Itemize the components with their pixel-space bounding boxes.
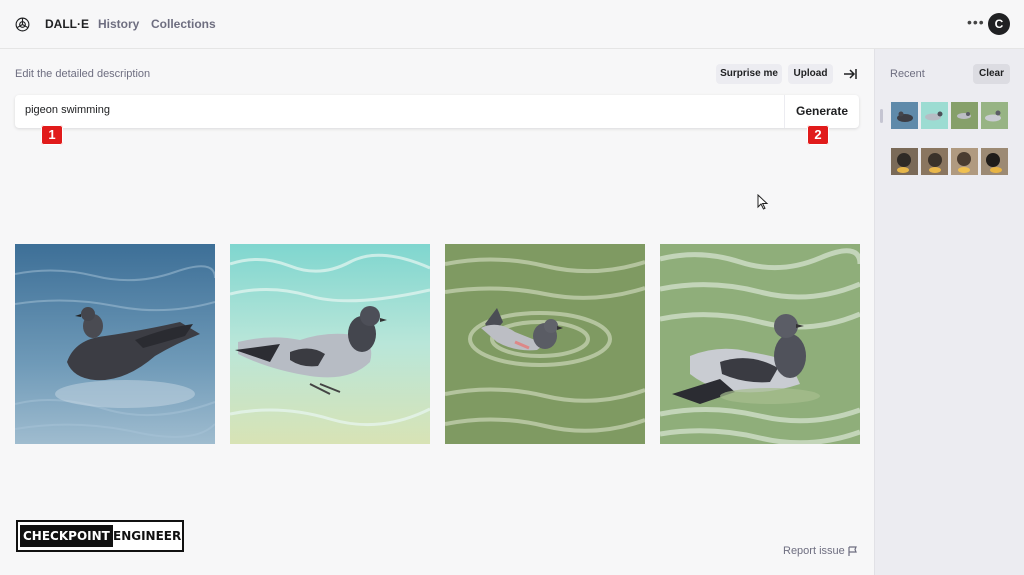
result-image-1[interactable] bbox=[15, 244, 215, 444]
recent-thumbnail[interactable] bbox=[921, 148, 948, 175]
recent-thumbnail[interactable] bbox=[921, 102, 948, 129]
recent-thumbnail[interactable] bbox=[891, 102, 918, 129]
top-bar: DALL·E History Collections ••• C bbox=[0, 0, 1024, 49]
recent-label: Recent bbox=[890, 68, 925, 80]
recent-thumbnail[interactable] bbox=[951, 102, 978, 129]
nav-history[interactable]: History bbox=[98, 17, 139, 31]
recent-thumbnail[interactable] bbox=[981, 148, 1008, 175]
avatar[interactable]: C bbox=[988, 13, 1010, 35]
result-image-3[interactable] bbox=[445, 244, 645, 444]
clear-button[interactable]: Clear bbox=[973, 64, 1010, 84]
watermark-dark-text: CHECKPOINT bbox=[20, 525, 113, 547]
description-label: Edit the detailed description bbox=[15, 68, 151, 80]
watermark-logo: CHECKPOINT ENGINEER bbox=[16, 520, 184, 552]
upload-button[interactable]: Upload bbox=[788, 64, 833, 84]
main-panel: Edit the detailed description Surprise m… bbox=[0, 49, 874, 575]
surprise-me-button[interactable]: Surprise me bbox=[716, 64, 782, 84]
result-gallery bbox=[15, 244, 860, 444]
annotation-badge-1: 1 bbox=[41, 125, 63, 145]
generate-button[interactable]: Generate bbox=[784, 95, 859, 128]
recent-thumbnail[interactable] bbox=[981, 102, 1008, 129]
result-image-2[interactable] bbox=[230, 244, 430, 444]
more-horizontal-icon[interactable]: ••• bbox=[967, 14, 985, 30]
prompt-input[interactable] bbox=[25, 104, 765, 116]
prompt-box: Generate bbox=[15, 95, 859, 128]
watermark-light-text: ENGINEER bbox=[113, 529, 182, 543]
recent-thumbnail[interactable] bbox=[951, 148, 978, 175]
scroll-handle[interactable] bbox=[880, 109, 883, 123]
annotation-badge-2: 2 bbox=[807, 125, 829, 145]
result-image-4[interactable] bbox=[660, 244, 860, 444]
nav-collections[interactable]: Collections bbox=[151, 17, 216, 31]
recent-sidebar: Recent Clear bbox=[874, 49, 1024, 575]
recent-thumbnail[interactable] bbox=[891, 148, 918, 175]
openai-logo-icon[interactable] bbox=[14, 16, 31, 33]
flag-icon[interactable] bbox=[848, 546, 858, 557]
report-issue-link[interactable]: Report issue bbox=[783, 545, 845, 557]
collapse-right-icon[interactable] bbox=[842, 66, 858, 82]
mouse-cursor-icon bbox=[757, 194, 769, 210]
nav-brand[interactable]: DALL·E bbox=[45, 17, 89, 31]
